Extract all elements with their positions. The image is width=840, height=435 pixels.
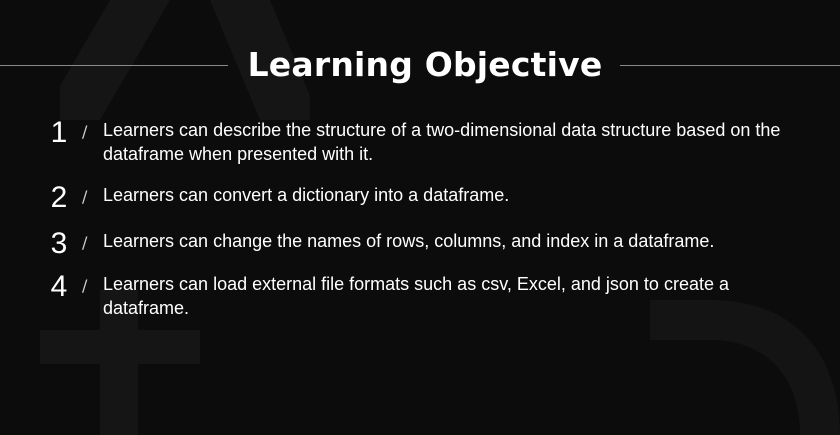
objective-text: Learners can change the names of rows, c…	[103, 231, 715, 251]
objective-number: 4	[50, 270, 68, 303]
objective-separator: /	[82, 122, 88, 141]
objective-text: Learners can convert a dictionary into a…	[103, 185, 510, 205]
objective-separator: /	[82, 276, 88, 295]
objectives-list: 1 / Learners can describe the structure …	[0, 0, 840, 435]
objective-number: 2	[50, 181, 68, 214]
objective-number: 3	[50, 227, 68, 260]
objective-separator: /	[82, 187, 88, 206]
slide: Learning Objective 1 / Learners can desc…	[0, 0, 840, 435]
objective-number: 1	[50, 116, 68, 149]
objective-text: Learners can describe the structure of a…	[103, 120, 781, 164]
objective-text: Learners can load external file formats …	[103, 274, 729, 318]
objective-separator: /	[82, 233, 88, 252]
